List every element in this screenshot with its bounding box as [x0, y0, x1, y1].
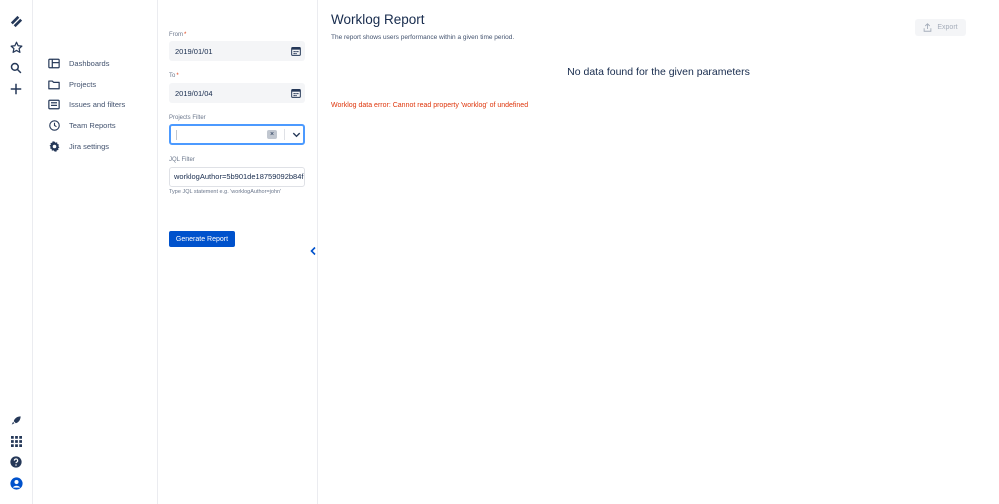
profile-icon[interactable] [7, 474, 25, 492]
app-switcher-icon[interactable] [7, 432, 25, 450]
sidebar-item-projects[interactable]: Projects [48, 75, 96, 93]
report-content: Worklog Report The report shows users pe… [318, 0, 999, 504]
issues-icon [48, 98, 60, 110]
sidebar-item-dashboards[interactable]: Dashboards [48, 54, 109, 72]
export-label: Export [937, 24, 958, 31]
export-icon [924, 23, 932, 32]
sidebar-item-issues[interactable]: Issues and filters [48, 95, 125, 113]
to-date-value: 2019/01/04 [175, 88, 213, 98]
projects-filter-label: Projects Filter [169, 115, 206, 121]
sidebar-item-label: Team Reports [69, 120, 116, 130]
to-label: To* [169, 73, 179, 79]
text-cursor [176, 130, 177, 140]
no-data-message: No data found for the given parameters [567, 66, 750, 78]
jql-filter-label: JQL Filter [169, 157, 195, 163]
from-date-field[interactable]: 2019/01/01 [169, 41, 305, 61]
chevron-down-icon[interactable] [291, 129, 302, 140]
rocket-icon[interactable] [7, 411, 25, 429]
help-icon[interactable] [7, 453, 25, 471]
calendar-icon[interactable] [291, 88, 301, 98]
jql-filter-input[interactable]: worklogAuthor=5b901de18759092b84f [169, 167, 305, 187]
jira-logo-icon[interactable] [7, 12, 25, 30]
projects-filter-select[interactable]: × [169, 124, 305, 145]
sidebar-item-label: Jira settings [69, 141, 110, 151]
from-label: From* [169, 32, 187, 38]
export-button[interactable]: Export [915, 19, 966, 36]
select-divider [284, 129, 285, 140]
calendar-icon[interactable] [291, 46, 301, 56]
star-icon[interactable] [7, 38, 25, 56]
clear-icon[interactable]: × [267, 130, 277, 139]
from-date-value: 2019/01/01 [175, 46, 213, 56]
collapse-panel-icon[interactable] [309, 246, 317, 256]
gear-icon [48, 140, 60, 152]
to-date-field[interactable]: 2019/01/04 [169, 83, 305, 103]
project-sidebar: Dashboards Projects Issues and filters T… [33, 0, 158, 504]
error-message: Worklog data error: Cannot read property… [331, 102, 529, 109]
plus-icon[interactable] [7, 80, 25, 98]
clock-icon [48, 119, 60, 131]
sidebar-item-label: Dashboards [69, 58, 110, 68]
dashboard-icon [48, 57, 60, 69]
sidebar-item-label: Projects [69, 79, 97, 89]
sidebar-item-label: Issues and filters [69, 99, 126, 109]
report-filter-panel: From* 2019/01/01 To* 2019/01/04 Projects… [158, 0, 318, 504]
search-icon[interactable] [7, 59, 25, 77]
sidebar-item-team-reports[interactable]: Team Reports [48, 116, 116, 134]
global-nav [0, 0, 33, 504]
page-subtitle: The report shows users performance withi… [331, 34, 515, 41]
generate-report-button[interactable]: Generate Report [169, 231, 235, 247]
folder-icon [48, 78, 60, 90]
jql-hint: Type JQL statement e.g. 'worklogAuthor=j… [169, 189, 282, 195]
sidebar-item-jira-settings[interactable]: Jira settings [48, 137, 109, 155]
page-title: Worklog Report [331, 12, 425, 27]
